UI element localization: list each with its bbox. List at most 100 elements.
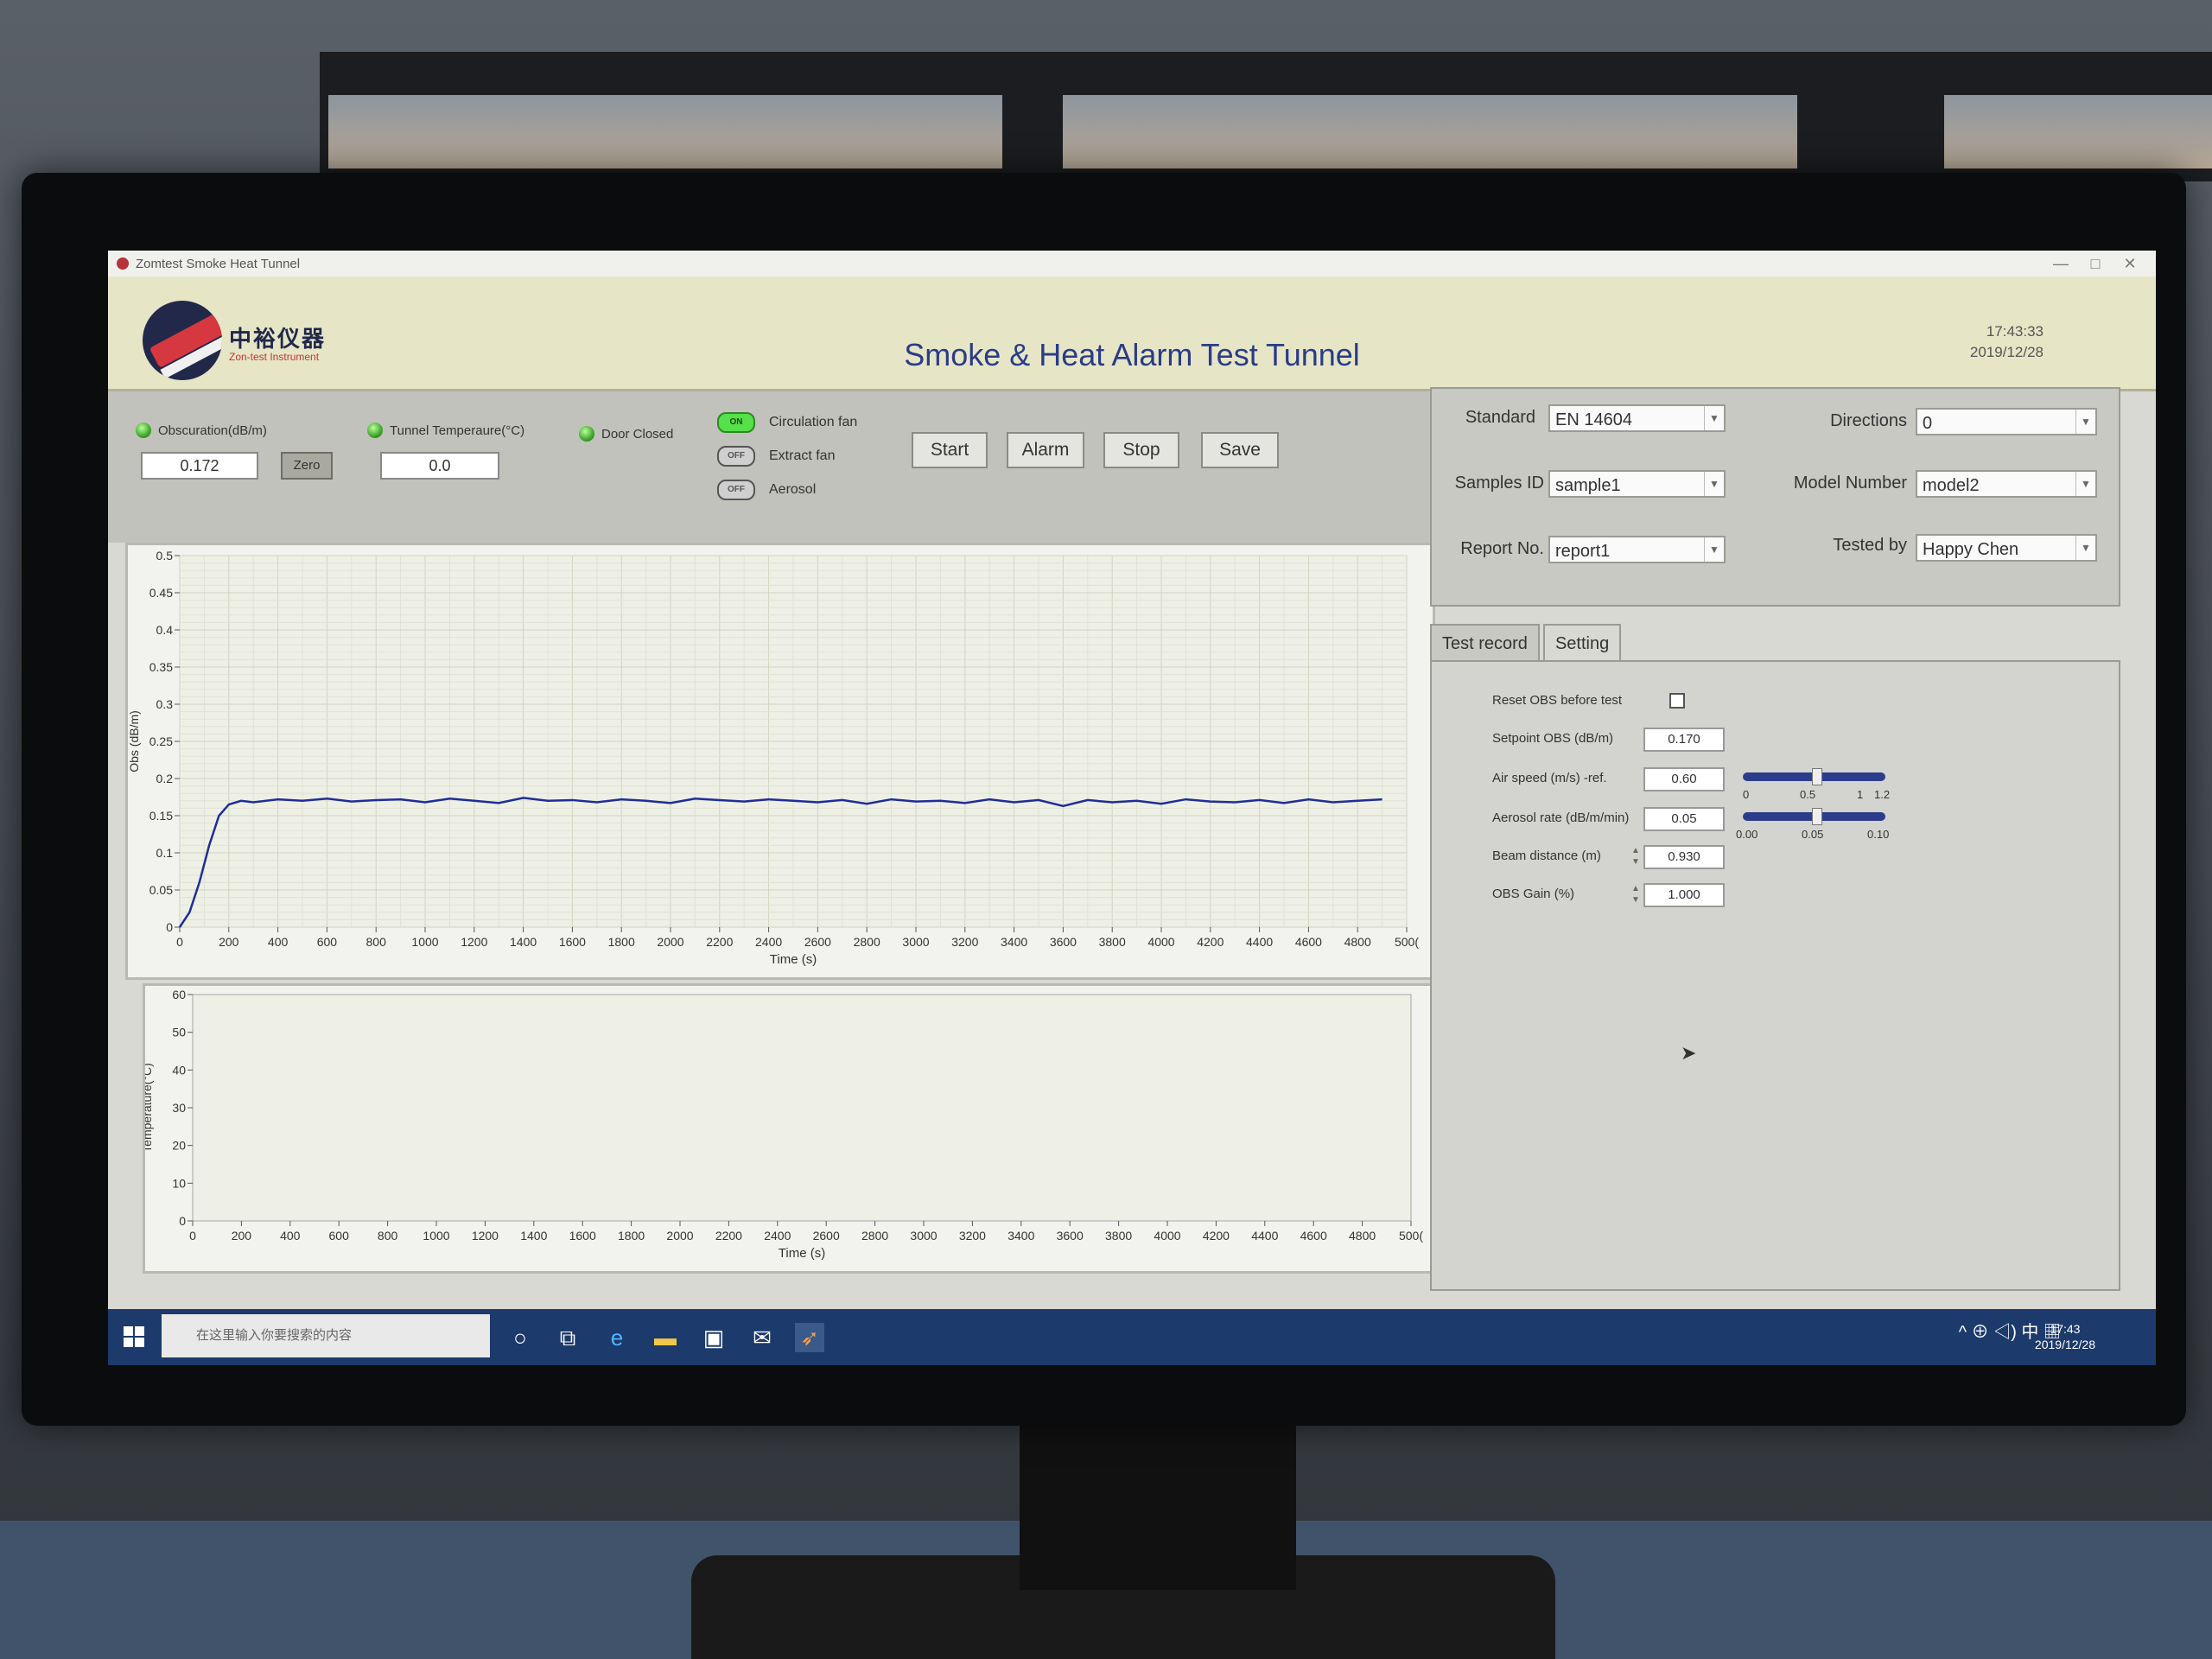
taskbar-search-input[interactable]: 在这里输入你要搜索的内容 — [162, 1314, 490, 1357]
x-tick-label: 2400 — [764, 1229, 791, 1243]
obs-gain-input[interactable]: 1.000 — [1643, 883, 1725, 907]
x-tick-label: 0 — [189, 1229, 196, 1243]
toggle-switch-icon[interactable]: OFF — [717, 446, 755, 467]
window-pane — [1944, 95, 2212, 168]
windows-start-icon[interactable] — [117, 1319, 151, 1354]
slider-thumb[interactable] — [1812, 768, 1822, 785]
close-icon[interactable]: ✕ — [2113, 251, 2147, 276]
obscuration-value: 0.172 — [141, 452, 258, 480]
chevron-down-icon[interactable]: ▼ — [1704, 472, 1724, 496]
x-tick-label: 200 — [219, 935, 239, 949]
y-axis-label: Obs (dB/m) — [128, 710, 141, 772]
report-select[interactable]: report1 ▼ — [1548, 536, 1726, 563]
x-tick-label: 2000 — [666, 1229, 693, 1243]
toggle-switch-icon[interactable]: ON — [717, 412, 755, 433]
start-button[interactable]: Start — [912, 432, 988, 468]
cortana-icon[interactable]: ○ — [505, 1323, 535, 1352]
x-tick-label: 2200 — [706, 935, 733, 949]
y-tick-label: 0.1 — [156, 846, 174, 860]
edge-browser-icon[interactable]: e — [602, 1323, 632, 1352]
spinner-arrows-icon[interactable]: ▲ ▼ — [1630, 845, 1641, 868]
aerosol-rate-label: Aerosol rate (dB/m/min) — [1492, 810, 1630, 825]
toggle-switch-icon[interactable]: OFF — [717, 480, 755, 500]
toggle-extract-fan[interactable]: OFF Extract fan — [717, 446, 835, 467]
x-tick-label: 3400 — [1001, 935, 1027, 949]
aerosol-rate-slider[interactable] — [1743, 808, 1885, 825]
x-tick-label: 1200 — [461, 935, 487, 949]
air-speed-input[interactable]: 0.60 — [1643, 767, 1725, 791]
y-tick-label: 0.2 — [156, 772, 174, 785]
x-axis-label: Time (s) — [770, 952, 817, 967]
zero-button[interactable]: Zero — [281, 452, 333, 480]
chevron-down-icon[interactable]: ▼ — [2075, 410, 2095, 434]
tab-test-record[interactable]: Test record — [1430, 624, 1540, 664]
x-tick-label: 1400 — [520, 1229, 547, 1243]
directions-value: 0 — [1923, 414, 1933, 433]
beam-distance-input[interactable]: 0.930 — [1643, 845, 1725, 869]
directions-select[interactable]: 0 ▼ — [1916, 408, 2097, 435]
status-led-icon — [367, 423, 383, 438]
model-label: Model Number — [1793, 474, 1907, 493]
toggle-label: Aerosol — [769, 482, 817, 497]
x-tick-label: 4600 — [1295, 935, 1322, 949]
chevron-down-icon[interactable]: ▼ — [2075, 472, 2095, 496]
mail-icon[interactable]: ✉ — [747, 1323, 777, 1352]
smoke-tunnel-app-icon[interactable]: ➶ — [795, 1323, 824, 1352]
toggle-aerosol[interactable]: OFF Aerosol — [717, 480, 816, 500]
beam-distance-label: Beam distance (m) — [1492, 849, 1601, 863]
slider-thumb[interactable] — [1812, 808, 1822, 825]
samples-label: Samples ID — [1454, 474, 1544, 493]
air-scale-tick: 1.2 — [1874, 788, 1891, 801]
y-tick-label: 20 — [172, 1139, 186, 1153]
tested-label: Tested by — [1833, 536, 1907, 555]
samples-select[interactable]: sample1 ▼ — [1548, 470, 1726, 498]
tab-setting[interactable]: Setting — [1542, 624, 1622, 664]
x-tick-label: 400 — [268, 935, 289, 949]
chevron-down-icon[interactable]: ▼ — [1704, 537, 1724, 562]
maximize-icon[interactable]: □ — [2078, 251, 2113, 276]
minimize-icon[interactable]: — — [2044, 251, 2078, 276]
tested-select[interactable]: Happy Chen ▼ — [1916, 534, 2097, 562]
control-panel: Obscuration(dB/m) 0.172 Zero Tunnel Temp… — [108, 391, 1430, 543]
door-label: Door Closed — [601, 426, 674, 442]
x-tick-label: 1800 — [608, 935, 635, 949]
air-speed-slider[interactable] — [1743, 768, 1885, 785]
setpoint-obs-input[interactable]: 0.170 — [1643, 728, 1725, 752]
taskbar: 在这里输入你要搜索的内容 ○ ⧉ e ▬ ▣ ✉ ➶ ^ ⊕ ◁) 中 ▦ 17… — [108, 1309, 2156, 1365]
alarm-button[interactable]: Alarm — [1007, 432, 1084, 468]
store-icon[interactable]: ▣ — [699, 1323, 728, 1352]
x-tick-label: 600 — [329, 1229, 350, 1243]
model-value: model2 — [1923, 476, 1980, 495]
x-tick-label: 4000 — [1154, 1229, 1180, 1243]
x-tick-label: 2800 — [861, 1229, 888, 1243]
x-tick-label: 400 — [280, 1229, 301, 1243]
file-explorer-icon[interactable]: ▬ — [651, 1323, 680, 1352]
reset-obs-label: Reset OBS before test — [1492, 693, 1623, 708]
save-button[interactable]: Save — [1201, 432, 1279, 468]
x-tick-label: 4400 — [1251, 1229, 1278, 1243]
report-label: Report No. — [1460, 539, 1544, 558]
x-tick-label: 500( — [1395, 935, 1419, 949]
standard-label: Standard — [1465, 408, 1535, 427]
stop-button[interactable]: Stop — [1103, 432, 1179, 468]
x-tick-label: 800 — [378, 1229, 398, 1243]
y-tick-label: 0.25 — [149, 734, 173, 748]
monitor-stand — [1020, 1417, 1296, 1590]
window-pane — [328, 95, 1002, 168]
y-tick-label: 40 — [172, 1063, 186, 1077]
spinner-arrows-icon[interactable]: ▲ ▼ — [1630, 883, 1641, 906]
x-tick-label: 1600 — [559, 935, 586, 949]
standard-select[interactable]: EN 14604 ▼ — [1548, 404, 1726, 432]
toggle-circulation-fan[interactable]: ON Circulation fan — [717, 412, 857, 433]
y-tick-label: 0 — [179, 1214, 186, 1228]
aerosol-rate-input[interactable]: 0.05 — [1643, 807, 1725, 831]
taskbar-clock[interactable]: 17:43 2019/12/28 — [2035, 1321, 2095, 1352]
task-view-icon[interactable]: ⧉ — [553, 1323, 582, 1352]
air-scale-tick: 1 — [1857, 788, 1864, 801]
chevron-down-icon[interactable]: ▼ — [1704, 406, 1724, 430]
x-tick-label: 4400 — [1246, 935, 1273, 949]
header-time: 17:43:33 — [1986, 323, 2044, 340]
chevron-down-icon[interactable]: ▼ — [2075, 536, 2095, 560]
model-select[interactable]: model2 ▼ — [1916, 470, 2097, 498]
reset-obs-checkbox[interactable] — [1669, 693, 1685, 709]
